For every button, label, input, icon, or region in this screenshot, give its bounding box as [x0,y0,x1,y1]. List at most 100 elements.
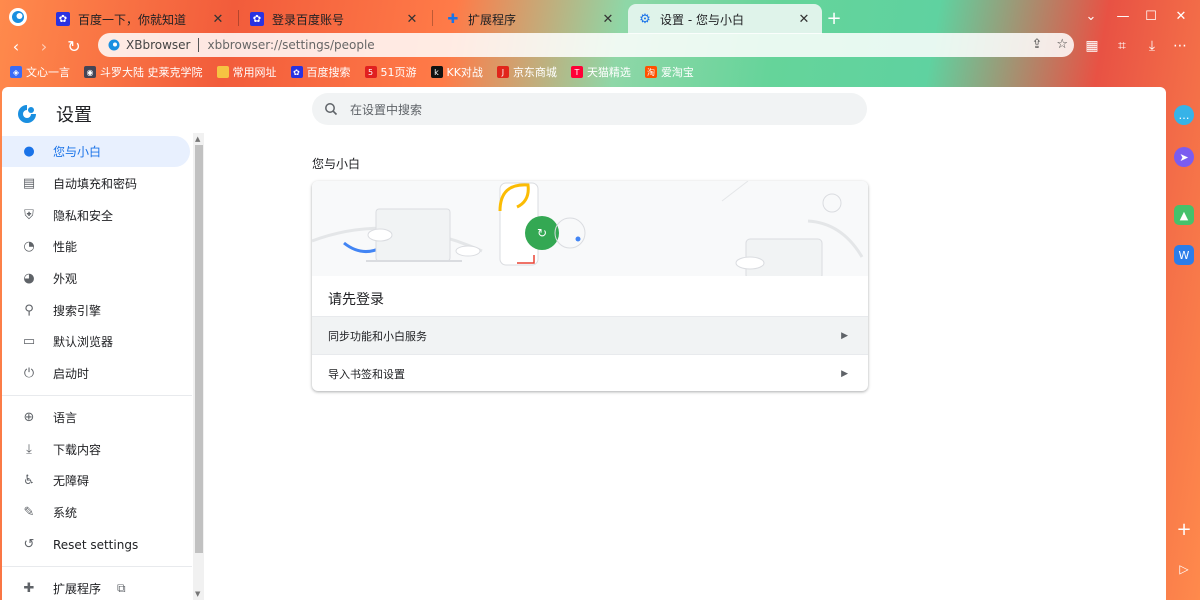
chevron-right-icon: ▶ [841,368,848,379]
power-icon: ⏻ [23,366,35,381]
chevron-down-icon[interactable]: ⌄ [1080,6,1102,26]
speedometer-icon: ◔ [23,239,35,254]
bookmark-item[interactable]: k KK对战 [430,64,483,80]
folder-icon [216,66,229,78]
tab-title: 设置 - 您与小白 [660,12,744,27]
scroll-down-icon[interactable]: ▼ [195,590,200,598]
collapse-panel-icon[interactable]: ▷ [1174,559,1194,579]
sidebar-item-languages[interactable]: ⊕ 语言 [2,402,190,433]
sidebar-item-performance[interactable]: ◔ 性能 [2,231,190,262]
sidebar-divider [2,566,192,567]
tab-title: 百度一下，你就知道 [78,12,187,27]
sidebar-item-accessibility[interactable]: ♿ 无障碍 [2,465,190,496]
scroll-up-icon[interactable]: ▲ [195,135,200,143]
browser-icon: ▭ [22,334,36,349]
close-icon[interactable]: ✕ [796,11,812,27]
sidebar-item-label: 搜索引擎 [53,304,102,318]
bookmark-item[interactable]: ◉ 斗罗大陆 史莱克学院 [84,64,203,80]
bookmark-folder[interactable]: 常用网址 [216,64,277,80]
sidebar-item-label: 无障碍 [53,474,90,488]
wrench-icon: ✎ [23,505,35,520]
download-icon: ⤓ [26,442,32,457]
sidebar-item-label: 默认浏览器 [53,335,114,349]
close-icon[interactable]: ✕ [210,11,226,27]
sync-services-row[interactable]: 同步功能和小白服务 ▶ [312,316,868,354]
site-name: XBbrowser [126,38,191,52]
signin-title: 请先登录 [328,292,384,308]
bookmark-item[interactable]: ✿ 百度搜索 [290,64,351,80]
sidebar-item-label: 扩展程序 [53,582,102,596]
sidebar-scrollbar[interactable]: ▲ ▼ [193,133,204,600]
tab-extensions[interactable]: ✚ 扩展程序 ✕ [436,6,626,32]
add-panel-icon[interactable]: + [1174,519,1194,540]
sidebar-item-label: 系统 [53,506,78,520]
maximize-button[interactable]: ☐ [1140,6,1162,26]
sidebar-item-privacy[interactable]: ⛨ 隐私和安全 [2,200,190,231]
new-tab-button[interactable]: + [824,8,844,29]
forward-button[interactable]: › [32,35,56,57]
close-window-button[interactable]: ✕ [1170,6,1192,26]
photo-icon[interactable]: ▲ [1174,205,1194,225]
sidebar-item-downloads[interactable]: ⤓ 下载内容 [2,434,190,465]
bookmark-item[interactable]: J 京东商城 [496,64,557,80]
compass-icon[interactable]: ➤ [1174,147,1194,167]
sidebar-item-on-startup[interactable]: ⏻ 启动时 [2,358,190,389]
sidebar-item-label: 启动时 [53,367,90,381]
settings-page: 设置 在设置中搜索 ● 您与小白 ▤ 自动填充和密码 ⛨ 隐私和安全 ◔ 性能 … [2,87,1166,600]
crop-icon[interactable]: ⌗ [1112,36,1132,56]
tab-baidu-login[interactable]: ✿ 登录百度账号 ✕ [240,6,430,32]
tmall-icon: T [570,66,583,78]
address-bar[interactable]: XBbrowser xbbrowser://settings/people ⇪ … [98,33,1074,57]
sidebar-item-default-browser[interactable]: ▭ 默认浏览器 [2,326,190,357]
bookmark-item[interactable]: 淘 爱淘宝 [644,64,694,80]
tab-divider [238,10,239,26]
sidebar-item-you[interactable]: ● 您与小白 [2,136,190,167]
settings-search[interactable]: 在设置中搜索 [312,93,867,125]
browser-logo-icon [9,8,27,26]
bookmark-label: KK对战 [446,66,483,79]
sidebar-item-reset[interactable]: ↺ Reset settings [2,529,190,560]
tab-divider [432,10,433,26]
bookmark-item[interactable]: T 天猫精选 [570,64,631,80]
baidu-paw-icon: ✿ [250,12,264,26]
bookmark-item[interactable]: ◈ 文心一言 [10,64,70,80]
word-icon[interactable]: W [1174,245,1194,265]
chat-assistant-icon[interactable]: … [1174,105,1194,125]
palette-icon: ◕ [23,271,35,286]
open-in-new-icon: ⧉ [117,581,126,595]
import-bookmarks-row[interactable]: 导入书签和设置 ▶ [312,354,868,391]
back-button[interactable]: ‹ [4,35,28,57]
star-icon[interactable]: ☆ [1056,37,1068,52]
close-icon[interactable]: ✕ [404,11,420,27]
bookmark-item[interactable]: 5 51页游 [364,64,417,80]
side-panel: … ➤ ▲ W + ▷ [1168,87,1200,600]
baidu-paw-icon: ✿ [56,12,70,26]
download-icon[interactable]: ⤓ [1142,36,1162,56]
taobao-icon: 淘 [644,66,657,78]
share-icon[interactable]: ⇪ [1031,37,1042,52]
kk-icon: k [430,66,443,78]
reload-button[interactable]: ↻ [62,35,86,57]
tab-settings[interactable]: ⚙ 设置 - 您与小白 ✕ [628,4,822,34]
signin-banner-illustration: ↻ [312,181,868,276]
url-text[interactable]: xbbrowser://settings/people [207,38,374,52]
sidebar-item-extensions[interactable]: ✚ 扩展程序 ⧉ [2,573,190,600]
sidebar-item-autofill[interactable]: ▤ 自动填充和密码 [2,168,190,199]
svg-text:↻: ↻ [537,226,547,240]
page-title: 设置 [56,105,92,126]
scrollbar-thumb[interactable] [195,145,203,553]
sidebar-item-system[interactable]: ✎ 系统 [2,497,190,528]
apps-grid-icon[interactable]: ▦ [1082,36,1102,56]
person-icon: ● [23,144,35,159]
sidebar-item-search-engine[interactable]: ⚲ 搜索引擎 [2,295,190,326]
minimize-button[interactable]: — [1112,6,1134,26]
puzzle-icon: ✚ [23,581,35,596]
chevron-right-icon: ▶ [841,330,848,341]
more-menu-icon[interactable]: ⋯ [1170,36,1190,56]
bookmark-label: 斗罗大陆 史莱克学院 [100,66,203,79]
close-icon[interactable]: ✕ [600,11,616,27]
tab-baidu[interactable]: ✿ 百度一下，你就知道 ✕ [46,6,236,32]
sidebar-item-appearance[interactable]: ◕ 外观 [2,263,190,294]
search-input[interactable]: 在设置中搜索 [350,101,422,118]
sidebar-item-label: 语言 [53,411,78,425]
